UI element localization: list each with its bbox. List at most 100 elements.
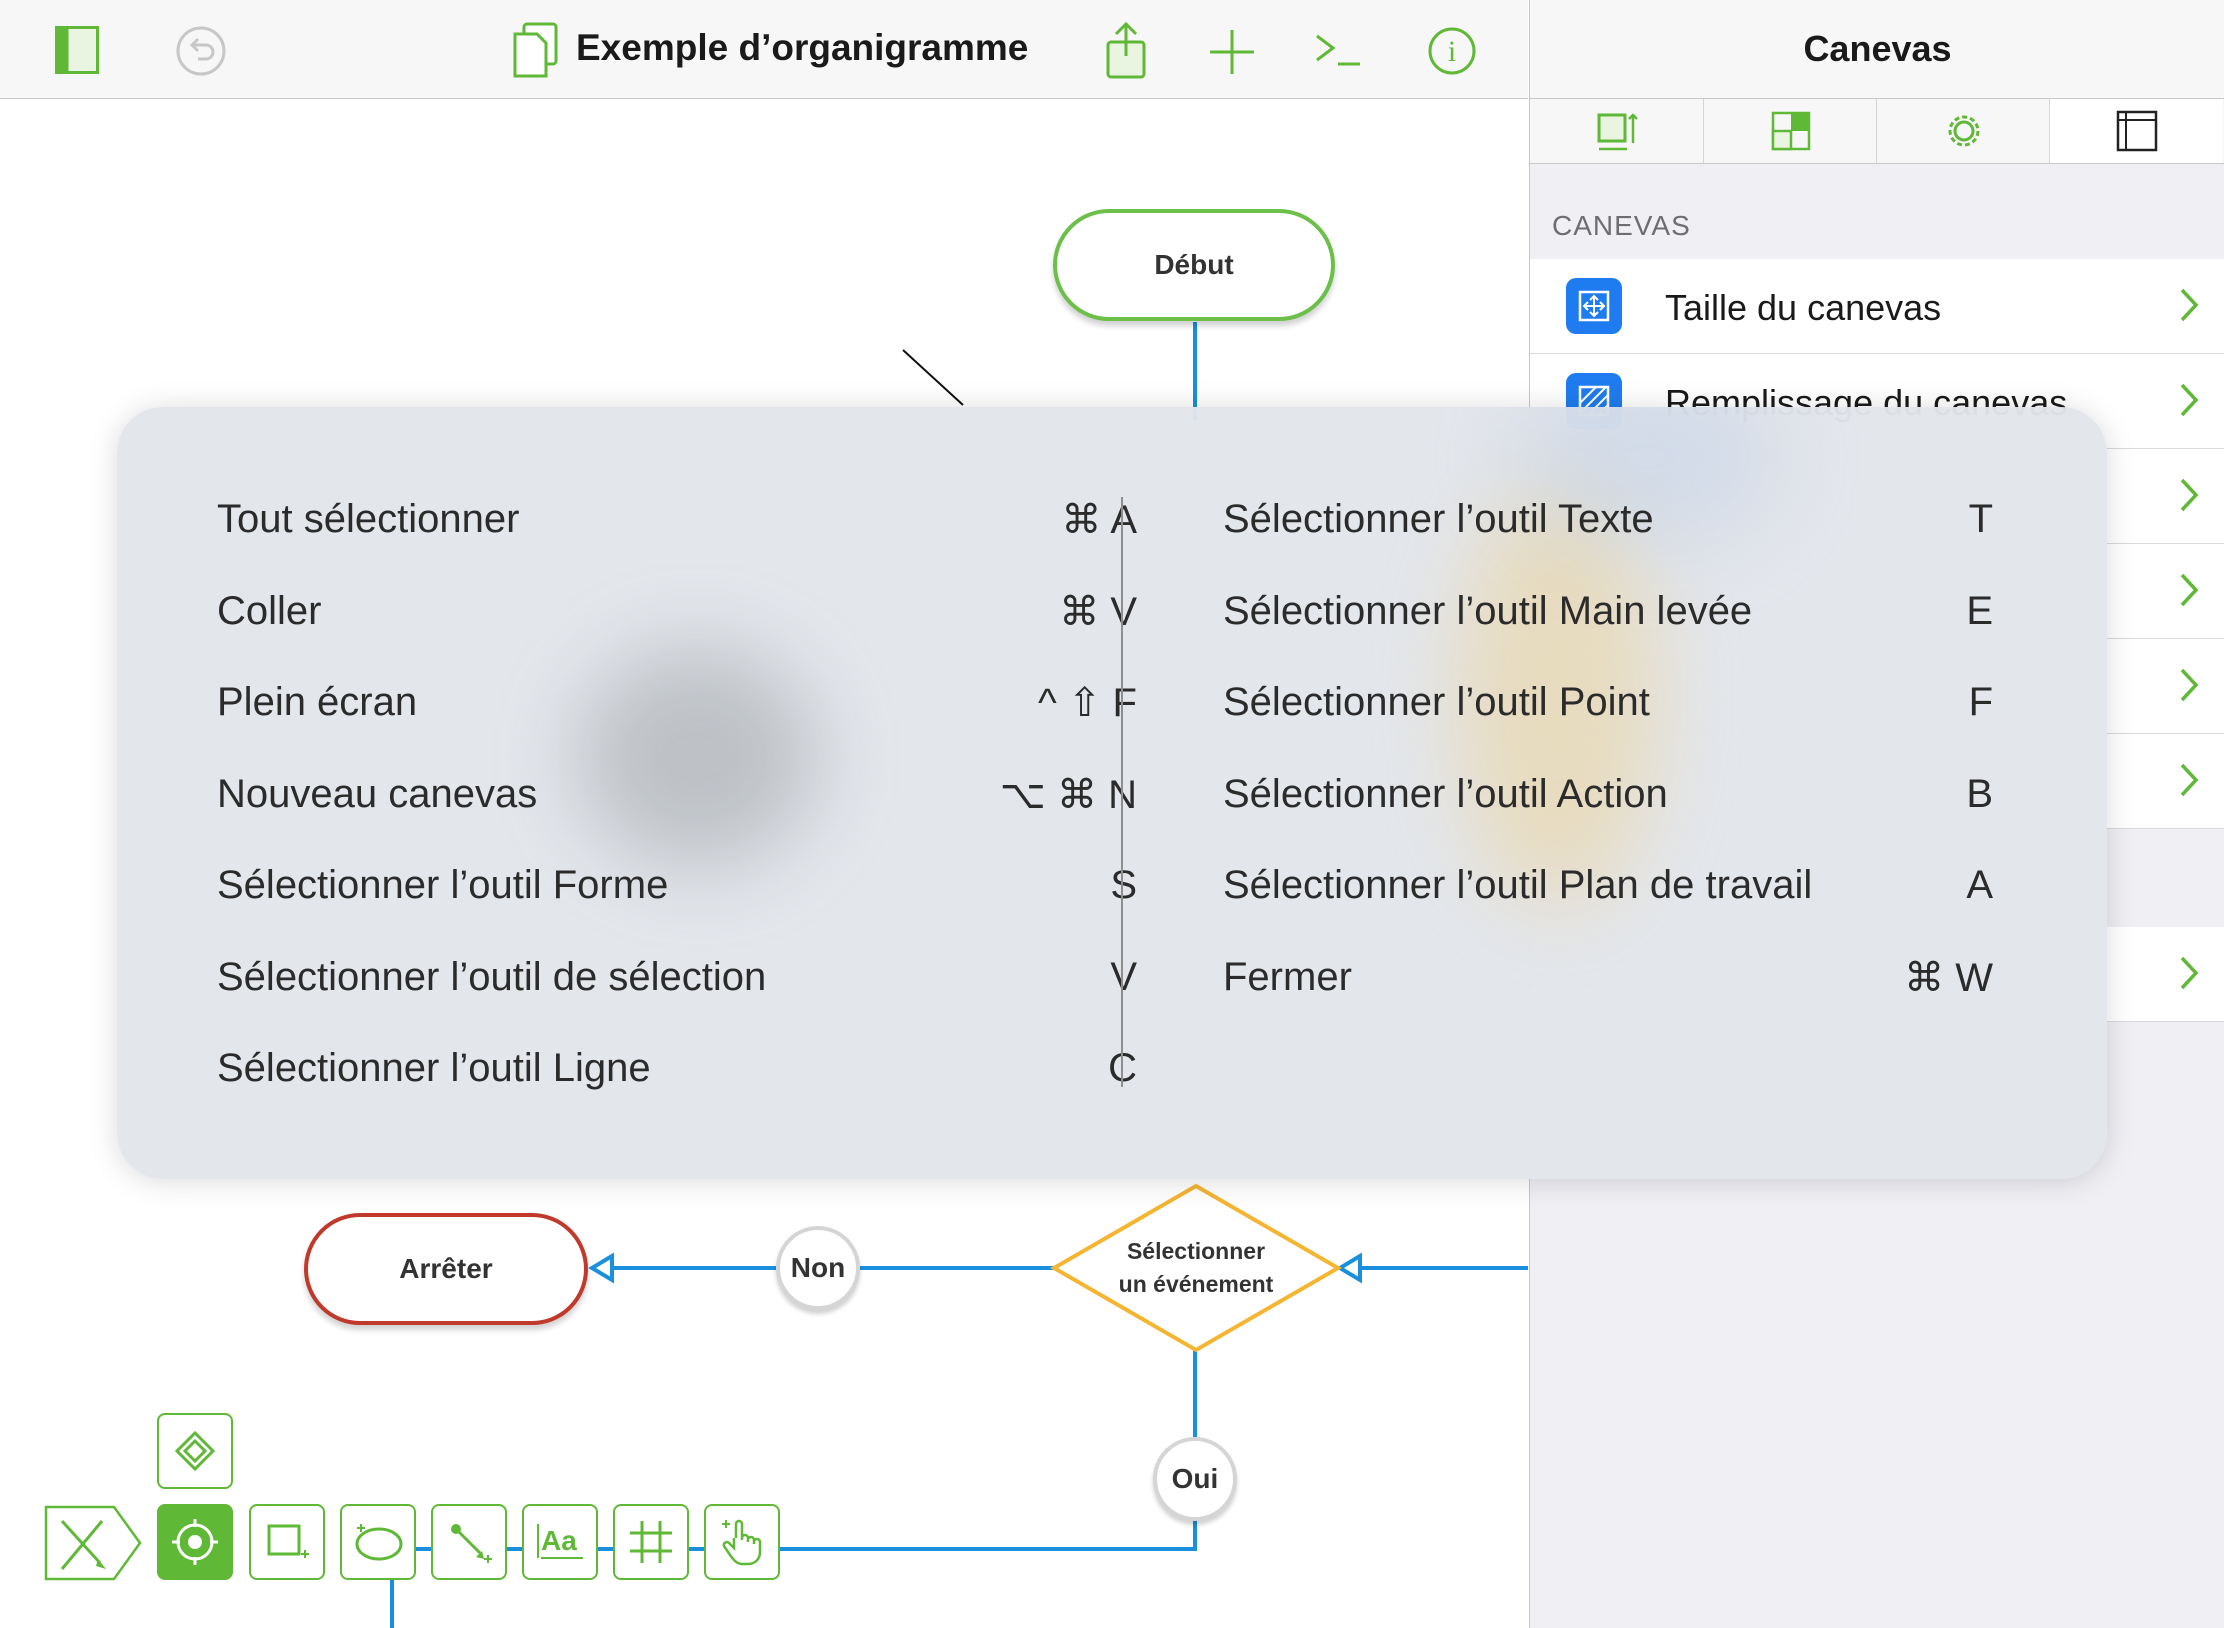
arrowhead-decision [1336,1252,1362,1284]
shortcut-row: Sélectionner l’outil Forme S [217,863,1137,923]
document-title[interactable]: Exemple d’organigramme [576,27,1028,69]
shortcut-keys: S [1110,863,1137,907]
add-icon[interactable] [1208,28,1256,76]
shortcut-label: Sélectionner l’outil Texte [1223,497,1654,541]
shortcut-keys: V [1110,955,1137,999]
shortcut-row: Fermer ⌘ W [1223,955,2103,1015]
lasso-icon [355,1524,403,1561]
shortcut-label: Sélectionner l’outil de sélection [217,955,767,999]
shortcut-row: Tout sélectionner ⌘ A [217,497,1137,557]
shortcut-label: Fermer [1223,955,1352,999]
inspector-tabs [1530,99,2224,164]
keyboard-shortcuts-overlay: Tout sélectionner ⌘ A Coller ⌘ V Plein é… [117,407,2107,1179]
column-divider [1121,497,1123,1087]
stray-line [902,349,964,406]
canvas-size-tab[interactable] [1530,99,1703,163]
undo-icon[interactable] [175,25,227,77]
shortcut-label: Plein écran [217,680,418,724]
chevron-right-icon [2180,956,2199,990]
svg-text:i: i [1448,35,1456,68]
sidebar-icon[interactable] [55,26,99,74]
yes-label: Oui [1171,1463,1219,1494]
artboard-icon [630,1521,672,1563]
canvas-tab[interactable] [2049,99,2223,163]
shortcut-row: Coller ⌘ V [217,589,1137,649]
stop-node[interactable]: Arrêter [304,1213,588,1325]
shortcut-row: Sélectionner l’outil Texte T [1223,497,2103,557]
line-icon [451,1524,492,1563]
canvas-size-row-label: Taille du canevas [1665,287,1942,328]
connector-yes-loop [390,1516,1197,1628]
start-label: Début [1154,249,1234,280]
diamond-tool[interactable] [157,1413,233,1489]
gear-icon [1948,115,1979,147]
chevron-right-icon [2180,478,2199,512]
shortcut-keys: ⌘ A [1061,498,1137,542]
shortcut-row: Sélectionner l’outil Point F [1223,680,2103,740]
shortcut-label: Tout sélectionner [217,497,520,541]
lasso-tool[interactable] [340,1504,416,1580]
grid-tab[interactable] [1703,99,1877,163]
canvas-size-row[interactable]: Taille du canevas [1530,259,2224,354]
shortcut-row: Sélectionner l’outil Action B [1223,772,2103,832]
share-icon[interactable] [1104,20,1148,80]
no-node[interactable]: Non [776,1226,860,1310]
shortcut-keys: ⌥ ⌘ N [999,773,1137,817]
shape-tool[interactable] [249,1504,325,1580]
chevron-right-icon [2180,383,2199,417]
chevron-right-icon [2180,763,2199,797]
shortcut-row: Sélectionner l’outil Plan de travail A [1223,863,2103,923]
start-node[interactable]: Début [1053,209,1335,321]
svg-text:Aa: Aa [541,1525,577,1556]
chevron-right-icon [2180,288,2199,322]
settings-tab[interactable] [1876,99,2050,163]
shortcut-row: Sélectionner l’outil de sélection V [217,955,1137,1015]
info-icon[interactable]: i [1427,26,1477,76]
decision-label-line1: Sélectionner [1126,1238,1266,1264]
canvas-size-icon [1597,113,1638,151]
arrowhead-stop [588,1252,614,1284]
hand-pointer-icon [722,1519,762,1566]
decision-label: Sélectionner un événement [1090,1235,1302,1301]
shortcut-row: Sélectionner l’outil Ligne C [217,1046,1137,1106]
chevron-right-icon [2180,573,2199,607]
decision-label-line2: un événement [1118,1271,1274,1297]
console-icon[interactable] [1314,30,1362,70]
shortcut-keys: A [1966,863,1993,907]
shortcut-label: Sélectionner l’outil Ligne [217,1046,651,1090]
artboard-tool[interactable] [613,1504,689,1580]
inspector-header: Canevas [1530,0,2224,99]
shortcut-row: Nouveau canevas ⌥ ⌘ N [217,772,1137,832]
no-label: Non [790,1252,846,1283]
stop-label: Arrêter [399,1253,493,1284]
canvas-size-row-icon [1566,278,1622,334]
pen-tool[interactable] [42,1503,144,1583]
yes-node[interactable]: Oui [1153,1437,1237,1521]
shortcut-keys: T [1968,497,1993,541]
shortcut-keys: B [1966,772,1993,816]
grid-icon [1771,111,1810,151]
shortcut-label: Sélectionner l’outil Point [1223,680,1650,724]
shortcut-label: Coller [217,589,322,633]
shortcut-keys: F [1968,680,1993,724]
point-tool[interactable] [157,1504,233,1580]
canvas-icon [2116,110,2157,152]
line-tool[interactable] [431,1504,507,1580]
shortcut-row: Sélectionner l’outil Main levée E [1223,589,2103,649]
chevron-right-icon [2180,668,2199,702]
inspector-title: Canevas [1803,28,1952,69]
point-icon [172,1519,218,1565]
main-toolbar: Exemple d’organigramme i [0,0,1528,99]
text-tool[interactable]: Aa [522,1504,598,1580]
shortcut-label: Sélectionner l’outil Forme [217,863,669,907]
shortcut-keys: ⌘ W [1904,956,1993,1000]
shortcut-keys: ⌘ V [1059,590,1137,634]
diamond-icon [175,1431,215,1471]
text-icon: Aa [537,1524,583,1559]
section-label: CANEVAS [1552,210,1691,241]
shortcut-label: Sélectionner l’outil Plan de travail [1223,863,1813,907]
rectangle-icon [267,1524,309,1558]
shortcut-label: Sélectionner l’outil Main levée [1223,589,1753,633]
action-tool[interactable] [704,1504,780,1580]
shortcut-row: Plein écran ^ ⇧ F [217,680,1137,740]
